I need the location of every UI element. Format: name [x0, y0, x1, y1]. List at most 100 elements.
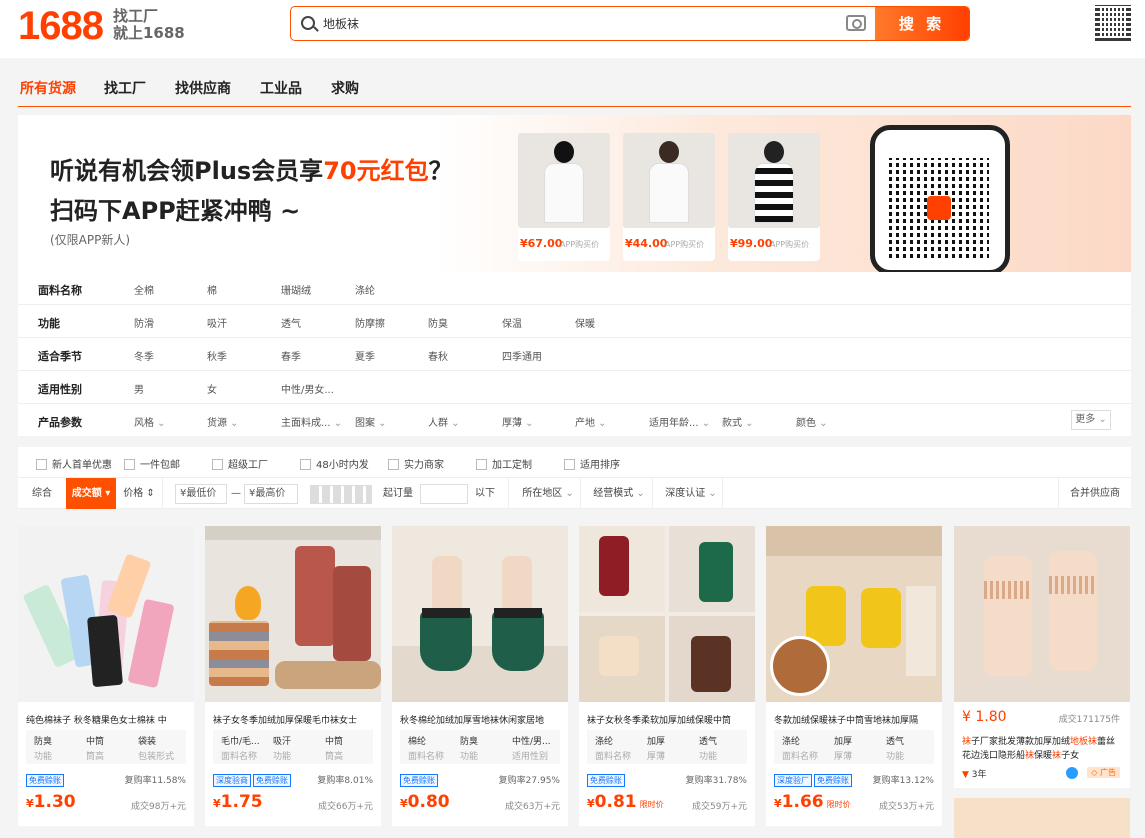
product-card[interactable]: 纯色棉袜子 秋冬糖果色女士棉袜 中 防臭 功能 中筒 筒高 袋装 包装形式 免费赊账 …	[18, 526, 194, 826]
max-price-input[interactable]: ¥最高价	[244, 484, 298, 504]
product-card[interactable]: 秋冬棉纶加绒加厚雪地袜休闲家居地 棉纶 面料名称 防臭 功能 中性/男... 适用性别…	[392, 526, 568, 826]
filter-option[interactable]: 防摩擦	[355, 315, 385, 330]
sort-price[interactable]: 价格 ⇕	[116, 478, 162, 509]
product-title[interactable]: 纯色棉袜子 秋冬糖果色女士棉袜 中	[26, 713, 186, 726]
price-histogram[interactable]	[310, 485, 372, 504]
filter-option[interactable]: 透气	[281, 315, 301, 330]
certification-dropdown[interactable]: 深度认证	[656, 478, 726, 509]
product-grid: 纯色棉袜子 秋冬糖果色女士棉袜 中 防臭 功能 中筒 筒高 袋装 包装形式 免费赊账 …	[18, 526, 1131, 838]
product-image	[518, 133, 610, 228]
product-image[interactable]	[18, 526, 194, 702]
filter-option[interactable]: 秋季	[207, 348, 227, 363]
qr-code-icon[interactable]	[1095, 5, 1131, 41]
camera-icon[interactable]	[846, 15, 866, 31]
product-image[interactable]	[954, 526, 1130, 702]
param-dropdown[interactable]: 款式	[722, 414, 754, 429]
ad-badge: ◇ 广告	[1087, 767, 1120, 778]
banner-product[interactable]: ¥67.00 APP购买价	[518, 133, 610, 261]
checkbox-48h-ship[interactable]: 48小时内发	[300, 456, 369, 471]
filter-option[interactable]: 春季	[281, 348, 301, 363]
nav-purchase[interactable]: 求购	[331, 78, 359, 98]
product-attributes: 涤纶 面料名称 加厚 厚薄 透气 功能	[774, 730, 934, 764]
service-tag: 免费赊账	[253, 774, 291, 787]
banner-product[interactable]: ¥44.00 APP购买价	[623, 133, 715, 261]
search-button[interactable]: 搜 索	[875, 7, 969, 40]
checkbox-strong-merchant[interactable]: 实力商家	[388, 456, 444, 471]
nav-find-factory[interactable]: 找工厂	[104, 78, 146, 98]
filter-option[interactable]: 涤纶	[355, 282, 375, 297]
checkbox-new-user[interactable]: 新人首单优惠	[36, 456, 112, 471]
filter-option[interactable]: 女	[207, 381, 217, 396]
nav-all-sources[interactable]: 所有货源	[20, 78, 76, 98]
filter-option[interactable]: 吸汗	[207, 315, 227, 330]
site-logo[interactable]: 1688	[18, 4, 104, 49]
product-title[interactable]: 秋冬棉纶加绒加厚雪地袜休闲家居地	[400, 713, 560, 726]
merge-suppliers-button[interactable]: 合并供应商	[1060, 478, 1130, 509]
sort-comprehensive[interactable]: 综合	[18, 478, 66, 509]
region-dropdown[interactable]: 所在地区	[513, 478, 583, 509]
slogan-line2: 就上1688	[113, 24, 185, 42]
filter-option[interactable]: 中性/男女...	[281, 381, 334, 396]
banner-subline: 扫码下APP赶紧冲鸭 ~	[50, 197, 301, 225]
filter-option[interactable]: 全棉	[134, 282, 154, 297]
promo-banner[interactable]: 听说有机会领Plus会员享70元红包？ 扫码下APP赶紧冲鸭 ~ (仅限APP新…	[18, 115, 1131, 272]
checkbox-custom[interactable]: 加工定制	[476, 456, 532, 471]
min-price-input[interactable]: ¥最低价	[175, 484, 227, 504]
filter-option[interactable]: 保温	[502, 315, 522, 330]
min-order-input[interactable]	[420, 484, 468, 504]
product-card[interactable]: 冬款加绒保暖袜子中筒雪地袜加厚隔 涤纶 面料名称 加厚 厚薄 透气 功能 深度验厂 免费…	[766, 526, 942, 826]
param-dropdown[interactable]: 人群	[428, 414, 460, 429]
filter-option[interactable]: 冬季	[134, 348, 154, 363]
banner-product[interactable]: ¥99.00 APP购买价	[728, 133, 820, 261]
more-filters-button[interactable]: 更多	[1071, 410, 1111, 430]
product-title[interactable]: 袜子女冬季加绒加厚保暖毛巾袜女士	[213, 713, 373, 726]
filter-option[interactable]: 夏季	[355, 348, 375, 363]
banner-headline: 听说有机会领Plus会员享70元红包？	[50, 157, 453, 185]
filter-option[interactable]: 珊瑚绒	[281, 282, 311, 297]
filter-option[interactable]: 春秋	[428, 348, 448, 363]
nav-industrial[interactable]: 工业品	[260, 78, 302, 98]
param-dropdown[interactable]: 产地	[575, 414, 607, 429]
product-image[interactable]	[205, 526, 381, 702]
checkbox-free-shipping[interactable]: 一件包邮	[124, 456, 180, 471]
filter-option[interactable]: 保暖	[575, 315, 595, 330]
product-card[interactable]: 袜子女秋冬季柔软加厚加绒保暖中筒 涤纶 面料名称 加厚 厚薄 透气 功能 免费赊账 复…	[579, 526, 755, 826]
ad-title[interactable]: 袜子厂家批发薄款加厚加绒地板袜蕾丝花边浅口隐形船袜保暖袜子女	[962, 735, 1124, 763]
product-image[interactable]	[579, 526, 755, 702]
product-image[interactable]	[392, 526, 568, 702]
product-title[interactable]: 袜子女秋冬季柔软加厚加绒保暖中筒	[587, 713, 747, 726]
filter-option[interactable]: 防滑	[134, 315, 154, 330]
filter-option[interactable]: 男	[134, 381, 144, 396]
product-price-label: APP购买价	[665, 240, 705, 249]
product-image[interactable]	[766, 526, 942, 702]
param-dropdown[interactable]: 适用年龄...	[649, 414, 710, 429]
turnover: 成交66万+元	[318, 802, 373, 812]
param-dropdown[interactable]: 风格	[134, 414, 166, 429]
business-model-dropdown[interactable]: 经营模式	[584, 478, 654, 509]
search-input[interactable]	[323, 7, 843, 40]
param-dropdown[interactable]: 厚薄	[502, 414, 534, 429]
product-attributes: 棉纶 面料名称 防臭 功能 中性/男... 适用性别	[400, 730, 560, 764]
app-qr-phone	[870, 125, 1010, 272]
checkbox-super-factory[interactable]: 超级工厂	[212, 456, 268, 471]
product-attributes: 涤纶 面料名称 加厚 厚薄 透气 功能	[587, 730, 747, 764]
filter-option[interactable]: 防臭	[428, 315, 448, 330]
product-attributes: 防臭 功能 中筒 筒高 袋装 包装形式	[26, 730, 186, 764]
nav-find-supplier[interactable]: 找供应商	[175, 78, 231, 98]
filter-option[interactable]: 棉	[207, 282, 217, 297]
filter-row-gender: 适用性别 男 女 中性/男女...	[18, 371, 1131, 404]
filter-option[interactable]: 四季通用	[502, 348, 542, 363]
param-dropdown[interactable]: 图案	[355, 414, 387, 429]
product-title[interactable]: 冬款加绒保暖袜子中筒雪地袜加厚隔	[774, 713, 934, 726]
sort-turnover[interactable]: 成交额 ▾	[66, 478, 116, 509]
param-dropdown[interactable]: 货源	[207, 414, 239, 429]
turnover: 成交59万+元	[692, 802, 747, 812]
product-card[interactable]: 袜子女冬季加绒加厚保暖毛巾袜女士 毛巾/毛... 面料名称 吸汗 功能 中筒 筒高 深…	[205, 526, 381, 826]
filter-row-function: 功能 防滑 吸汗 透气 防摩擦 防臭 保温 保暖	[18, 305, 1131, 338]
next-product-preview[interactable]	[954, 798, 1130, 838]
param-dropdown[interactable]: 主面料成...	[281, 414, 342, 429]
ad-product-card[interactable]: ¥ 1.80 成交171175件 袜子厂家批发薄款加厚加绒地板袜蕾丝花边浅口隐形…	[954, 526, 1130, 788]
checkbox-sort[interactable]: 适用排序	[564, 456, 620, 471]
param-dropdown[interactable]: 颜色	[796, 414, 828, 429]
min-order-unit: 以下	[475, 488, 495, 499]
